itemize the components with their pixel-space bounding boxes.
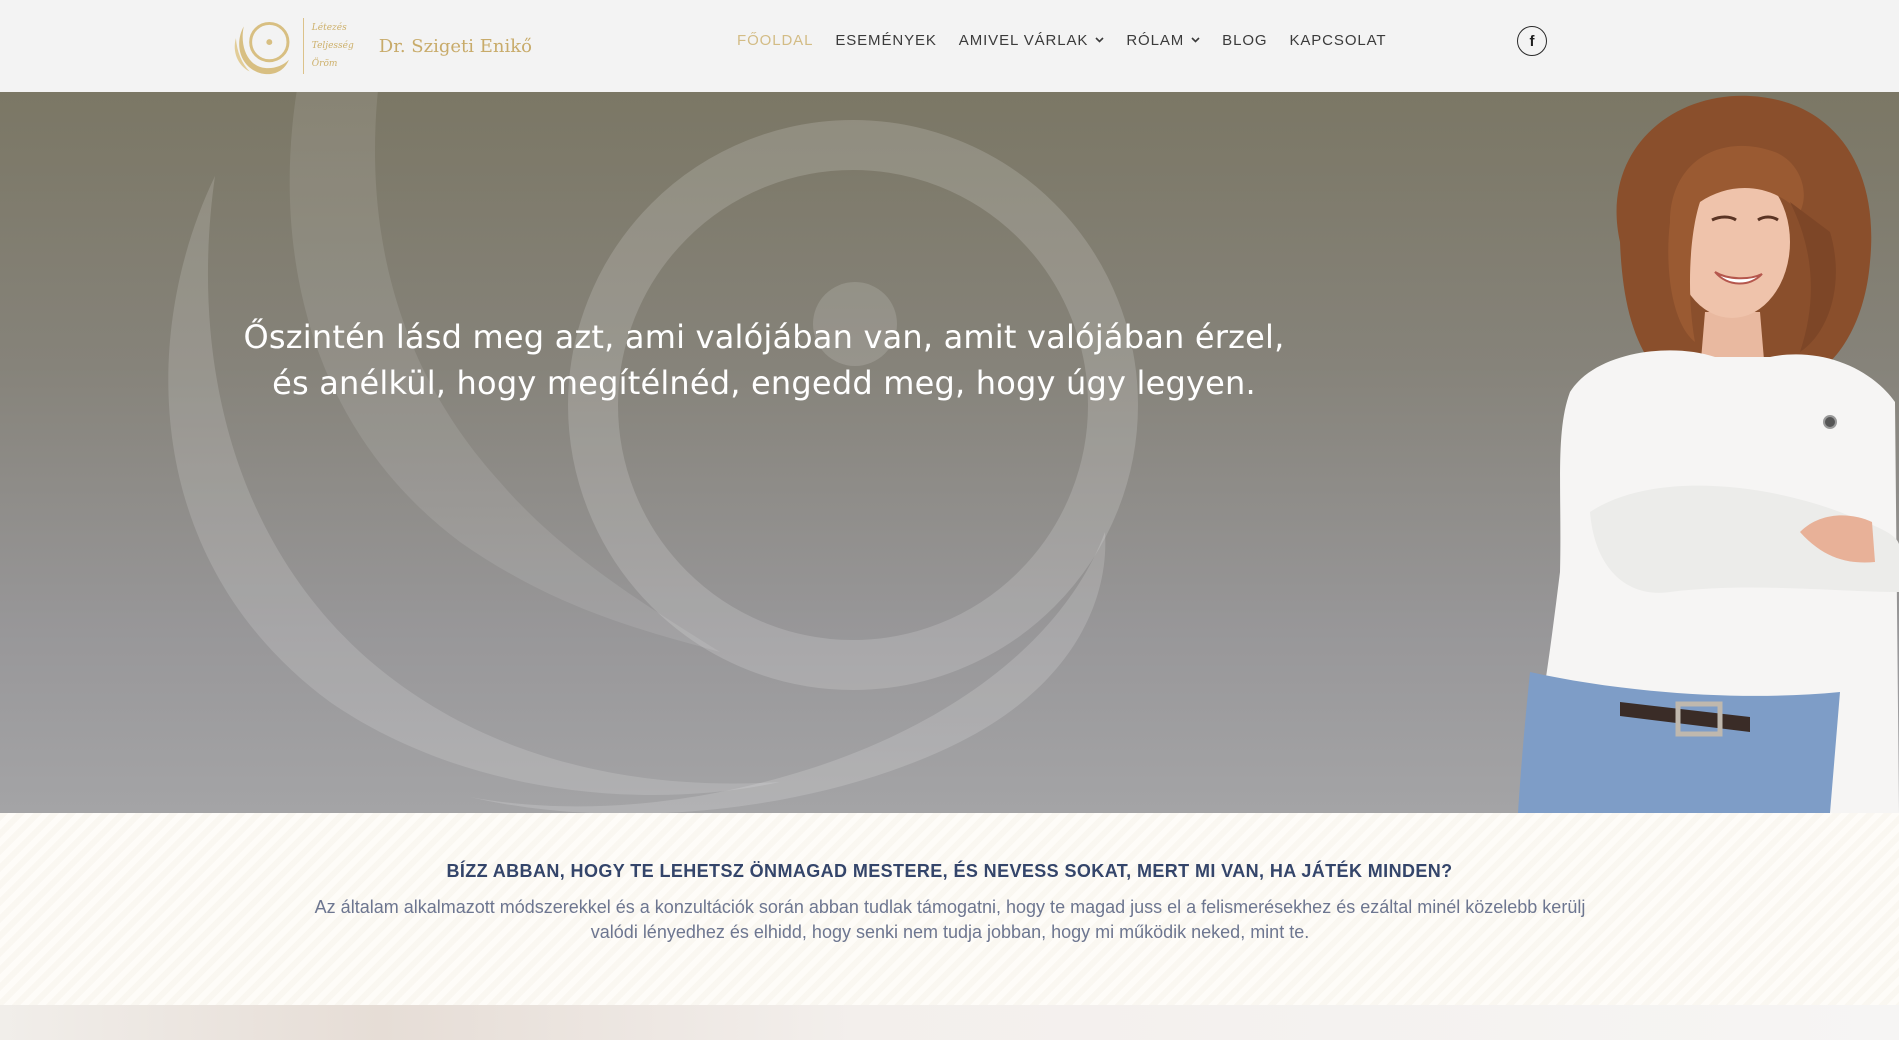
logo-spiral-icon — [234, 21, 290, 75]
nav-item-label: AMIVEL VÁRLAK — [958, 31, 1089, 49]
chevron-down-icon — [1191, 37, 1200, 43]
facebook-icon[interactable]: f — [1517, 26, 1547, 56]
chevron-down-icon — [1095, 37, 1104, 43]
nav-item-label: RÓLAM — [1126, 31, 1185, 49]
nav-item-amivel-varlak[interactable]: AMIVEL VÁRLAK — [959, 32, 1105, 49]
logo-tagline: Létezés Teljesség Öröm — [312, 23, 367, 69]
hero-section: Őszintén lásd meg azt, ami valójában van… — [0, 92, 1899, 813]
logo-tagline-word: Létezés — [311, 23, 347, 33]
nav-item-label: BLOG — [1222, 31, 1268, 49]
nav-item-kapcsolat[interactable]: KAPCSOLAT — [1289, 32, 1386, 49]
nav-item-fooldal[interactable]: FŐOLDAL — [737, 32, 813, 49]
nav-item-label: KAPCSOLAT — [1289, 31, 1387, 49]
nav-item-esemenyek[interactable]: ESEMÉNYEK — [835, 32, 936, 49]
logo-tagline-word: Teljesség — [311, 41, 354, 51]
brand-name: Dr. Szigeti Enikő — [378, 35, 532, 57]
nav-item-label: ESEMÉNYEK — [835, 31, 937, 49]
site-logo[interactable]: Létezés Teljesség Öröm Dr. Szigeti Enikő — [232, 14, 532, 78]
hero-quote: Őszintén lásd meg azt, ami valójában van… — [243, 318, 1285, 402]
logo-divider — [302, 18, 304, 74]
site-header: Létezés Teljesség Öröm Dr. Szigeti Enikő… — [0, 0, 1899, 92]
nav-item-label: FŐOLDAL — [737, 31, 814, 49]
intro-section: BÍZZ ABBAN, HOGY TE LEHETSZ ÖNMAGAD MEST… — [0, 813, 1899, 1005]
portrait-photo — [1518, 95, 1899, 813]
logo-tagline-word: Öröm — [311, 59, 338, 69]
nav-item-blog[interactable]: BLOG — [1222, 32, 1267, 49]
next-section-preview — [0, 1005, 1899, 1040]
nav-item-rolam[interactable]: RÓLAM — [1126, 32, 1200, 49]
intro-text: Az általam alkalmazott módszerekkel és a… — [314, 897, 1586, 942]
intro-title: BÍZZ ABBAN, HOGY TE LEHETSZ ÖNMAGAD MEST… — [446, 861, 1453, 881]
main-nav: FŐOLDAL ESEMÉNYEK AMIVEL VÁRLAK RÓLAM BL… — [737, 0, 1409, 80]
